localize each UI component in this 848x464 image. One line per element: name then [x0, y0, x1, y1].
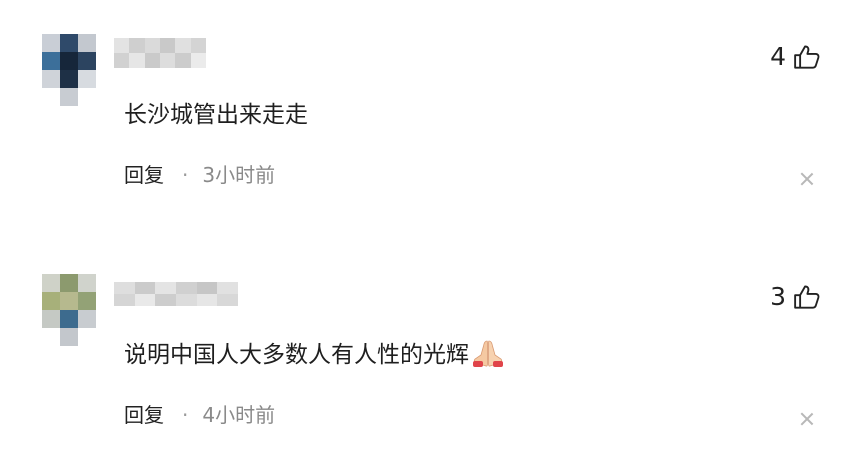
like-button[interactable]: 4 [770, 42, 822, 72]
comment-item: 3 说明中国人大多数人有人性的光辉 回复 · 4小时前 [0, 240, 848, 464]
close-icon[interactable] [800, 412, 814, 426]
praying-hands-icon [473, 340, 503, 367]
comment-item: 4 长沙城管出来走走 回复 · 3小时前 [0, 0, 848, 224]
avatar[interactable] [42, 274, 96, 346]
reply-button[interactable]: 回复 [124, 400, 164, 430]
thumbs-up-icon [794, 285, 820, 309]
thumbs-up-icon [794, 45, 820, 69]
comment-text-line: 说明中国人大多数人有人性的光辉 [124, 338, 505, 372]
comment-meta: 回复 · 4小时前 [124, 400, 275, 430]
like-count: 3 [770, 282, 786, 311]
timestamp: 3小时前 [202, 163, 276, 187]
comment-meta: 回复 · 3小时前 [124, 160, 275, 190]
timestamp: 4小时前 [202, 403, 276, 427]
like-button[interactable]: 3 [770, 282, 822, 312]
reply-button[interactable]: 回复 [124, 160, 164, 190]
avatar[interactable] [42, 34, 96, 106]
comment-text: 说明中国人大多数人有人性的光辉 [124, 342, 469, 368]
like-count: 4 [770, 42, 786, 71]
username[interactable] [114, 38, 206, 68]
username[interactable] [114, 282, 238, 306]
close-icon[interactable] [800, 172, 814, 186]
comment-text: 长沙城管出来走走 [124, 102, 308, 128]
separator-dot: · [182, 163, 189, 187]
separator-dot: · [182, 403, 189, 427]
